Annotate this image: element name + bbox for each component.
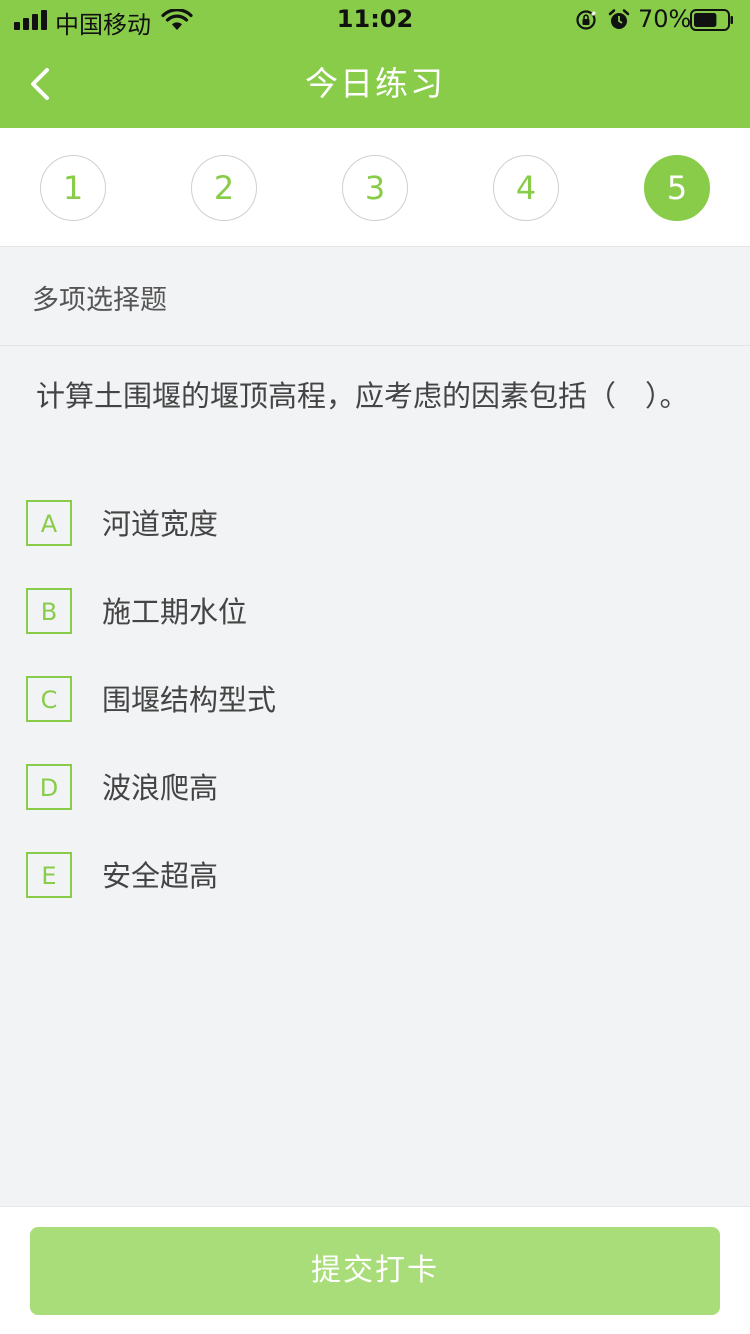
option-c[interactable]: C 围堰结构型式 <box>26 676 726 726</box>
nav-bar: 今日练习 <box>0 40 750 128</box>
option-b[interactable]: B 施工期水位 <box>26 588 726 638</box>
step-2[interactable]: 2 <box>191 155 257 221</box>
option-letter-box: A <box>26 500 72 546</box>
option-d[interactable]: D 波浪爬高 <box>26 764 726 814</box>
step-5[interactable]: 5 <box>644 155 710 221</box>
option-a[interactable]: A 河道宽度 <box>26 500 726 550</box>
question-type-row: 多项选择题 <box>0 247 750 346</box>
page-title: 今日练习 <box>305 64 445 103</box>
option-label: 围堰结构型式 <box>102 683 277 717</box>
orientation-lock-icon <box>576 10 597 30</box>
bottom-bar: 提交打卡 <box>0 1206 750 1334</box>
option-letter-box: E <box>26 852 72 898</box>
option-letter-box: C <box>26 676 72 722</box>
option-label: 河道宽度 <box>102 507 219 541</box>
status-bar: 中国移动 11:02 70% <box>0 0 750 40</box>
question-step-selector: 1 2 3 4 5 <box>0 128 750 247</box>
battery-percent: 70% <box>638 5 692 33</box>
alarm-icon <box>608 9 630 29</box>
question-text: 计算土围堰的堰顶高程，应考虑的因素包括（ ）。 <box>36 379 689 413</box>
step-4[interactable]: 4 <box>493 155 559 221</box>
option-letter-box: D <box>26 764 72 810</box>
screen: 中国移动 11:02 70% 今日练习 1 2 3 4 5 多项选择题 计算土围… <box>0 0 750 1334</box>
submit-checkin-button[interactable]: 提交打卡 <box>30 1227 720 1315</box>
option-label: 波浪爬高 <box>102 771 219 805</box>
question-type-label: 多项选择题 <box>32 285 167 316</box>
option-label: 施工期水位 <box>102 595 248 629</box>
option-e[interactable]: E 安全超高 <box>26 852 726 902</box>
option-label: 安全超高 <box>102 859 219 893</box>
battery-icon <box>690 9 733 31</box>
option-letter-box: B <box>26 588 72 634</box>
header: 中国移动 11:02 70% 今日练习 <box>0 0 750 128</box>
step-1[interactable]: 1 <box>40 155 106 221</box>
step-3[interactable]: 3 <box>342 155 408 221</box>
